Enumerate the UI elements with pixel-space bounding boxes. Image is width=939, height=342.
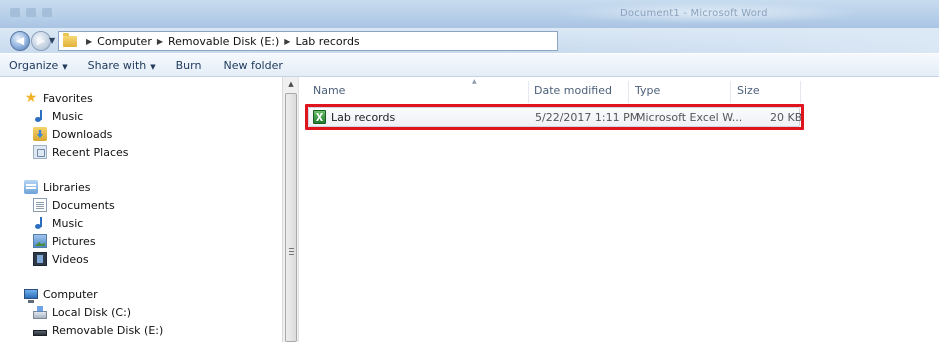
address-row: ◀ ▶ ▼ ▶ Computer ▶ Removable Disk (E:) ▶… [0, 28, 939, 53]
nav-item-label: Downloads [52, 127, 113, 141]
chevron-down-icon: ▼ [62, 62, 68, 71]
videos-icon [33, 252, 47, 266]
file-row[interactable]: Lab records 5/22/2017 1:11 PM Microsoft … [308, 107, 803, 127]
nav-favorites-label: Favorites [43, 91, 93, 105]
grip-icon [289, 248, 294, 255]
quick-access-toolbar[interactable] [10, 8, 52, 17]
nav-item-pictures[interactable]: Pictures [33, 234, 96, 248]
nav-item-local-disk-c[interactable]: Local Disk (C:) [33, 306, 131, 319]
star-icon: ★ [24, 90, 38, 106]
share-with-label: Share with [87, 58, 147, 72]
window-title: Document1 - Microsoft Word [620, 8, 768, 19]
undo-icon[interactable] [26, 8, 36, 17]
nav-item-documents[interactable]: Documents [33, 198, 115, 212]
new-folder-button[interactable]: New folder [223, 59, 282, 72]
nav-item-label: Pictures [52, 234, 96, 248]
burn-button[interactable]: Burn [176, 59, 202, 72]
navigation-pane: ★ Favorites Music Downloads Recent Place… [0, 77, 282, 342]
nav-item-videos[interactable]: Videos [33, 252, 89, 266]
nav-item-library-music[interactable]: Music [33, 216, 83, 230]
scrollbar-thumb[interactable] [285, 93, 297, 342]
nav-item-downloads[interactable]: Downloads [33, 127, 112, 141]
music-icon [33, 216, 47, 230]
column-header-name[interactable]: Name [313, 84, 345, 101]
command-toolbar: Organize ▼ Share with ▼ Burn New folder [0, 53, 939, 77]
nav-item-label: Removable Disk (E:) [52, 324, 164, 337]
organize-button[interactable]: Organize ▼ [9, 59, 68, 72]
removable-disk-icon [33, 329, 47, 336]
file-type: Microsoft Excel W... [636, 111, 743, 124]
redo-icon[interactable] [42, 8, 52, 17]
column-header-size[interactable]: Size [737, 84, 760, 101]
nav-item-label: Music [52, 109, 84, 123]
scroll-up-icon[interactable]: ▲ [283, 80, 299, 92]
recent-pages-dropdown-icon[interactable]: ▼ [49, 36, 55, 45]
nav-libraries[interactable]: Libraries [24, 180, 91, 194]
chevron-right-icon[interactable]: ▶ [86, 37, 92, 46]
nav-item-label: Documents [52, 198, 115, 212]
nav-computer[interactable]: Computer [24, 288, 98, 303]
nav-item-label: Local Disk (C:) [52, 306, 132, 319]
nav-libraries-label: Libraries [43, 180, 91, 194]
column-divider[interactable] [730, 81, 731, 103]
breadcrumb-lab-records[interactable]: Lab records [295, 35, 359, 48]
window-title-bar: Document1 - Microsoft Word [0, 0, 939, 28]
recent-places-icon [33, 145, 47, 159]
navigation-scrollbar[interactable]: ▲ [282, 77, 299, 342]
excel-file-icon [313, 110, 326, 124]
libraries-icon [24, 180, 38, 194]
address-bar[interactable]: ▶ Computer ▶ Removable Disk (E:) ▶ Lab r… [58, 31, 558, 51]
column-divider[interactable] [800, 81, 801, 103]
breadcrumb-computer[interactable]: Computer [97, 35, 152, 48]
nav-favorites[interactable]: ★ Favorites [24, 91, 93, 105]
organize-label: Organize [9, 58, 59, 72]
local-disk-icon [33, 310, 47, 319]
nav-item-label: Recent Places [52, 145, 129, 159]
breadcrumb-removable-disk[interactable]: Removable Disk (E:) [168, 35, 279, 48]
save-icon[interactable] [10, 8, 20, 17]
computer-icon [24, 288, 38, 303]
nav-item-recent-places[interactable]: Recent Places [33, 145, 129, 159]
share-with-button[interactable]: Share with ▼ [88, 59, 156, 72]
pictures-icon [33, 234, 47, 248]
nav-item-label: Music [52, 216, 84, 230]
forward-button[interactable]: ▶ [31, 31, 51, 51]
file-date-modified: 5/22/2017 1:11 PM [535, 111, 640, 124]
column-header-date-modified[interactable]: Date modified [534, 84, 612, 101]
chevron-right-icon[interactable]: ▶ [157, 37, 163, 46]
documents-icon [33, 198, 47, 212]
music-icon [33, 109, 47, 123]
file-list-pane: Name ▲ Date modified Type Size Lab recor… [300, 77, 939, 342]
address-row-fade [560, 28, 939, 53]
nav-item-music[interactable]: Music [33, 109, 83, 123]
sort-ascending-icon: ▲ [472, 78, 477, 85]
column-header-type[interactable]: Type [635, 84, 660, 101]
file-size: 20 KB [770, 111, 803, 124]
nav-item-label: Videos [52, 252, 89, 266]
chevron-down-icon: ▼ [150, 62, 156, 71]
file-name: Lab records [331, 111, 396, 124]
back-button[interactable]: ◀ [10, 31, 30, 51]
column-divider[interactable] [628, 81, 629, 103]
nav-computer-label: Computer [43, 288, 98, 301]
folder-icon [63, 32, 77, 47]
downloads-folder-icon [33, 127, 47, 141]
column-divider[interactable] [528, 81, 529, 103]
chevron-right-icon[interactable]: ▶ [284, 37, 290, 46]
nav-item-removable-disk-e[interactable]: Removable Disk (E:) [33, 324, 163, 337]
